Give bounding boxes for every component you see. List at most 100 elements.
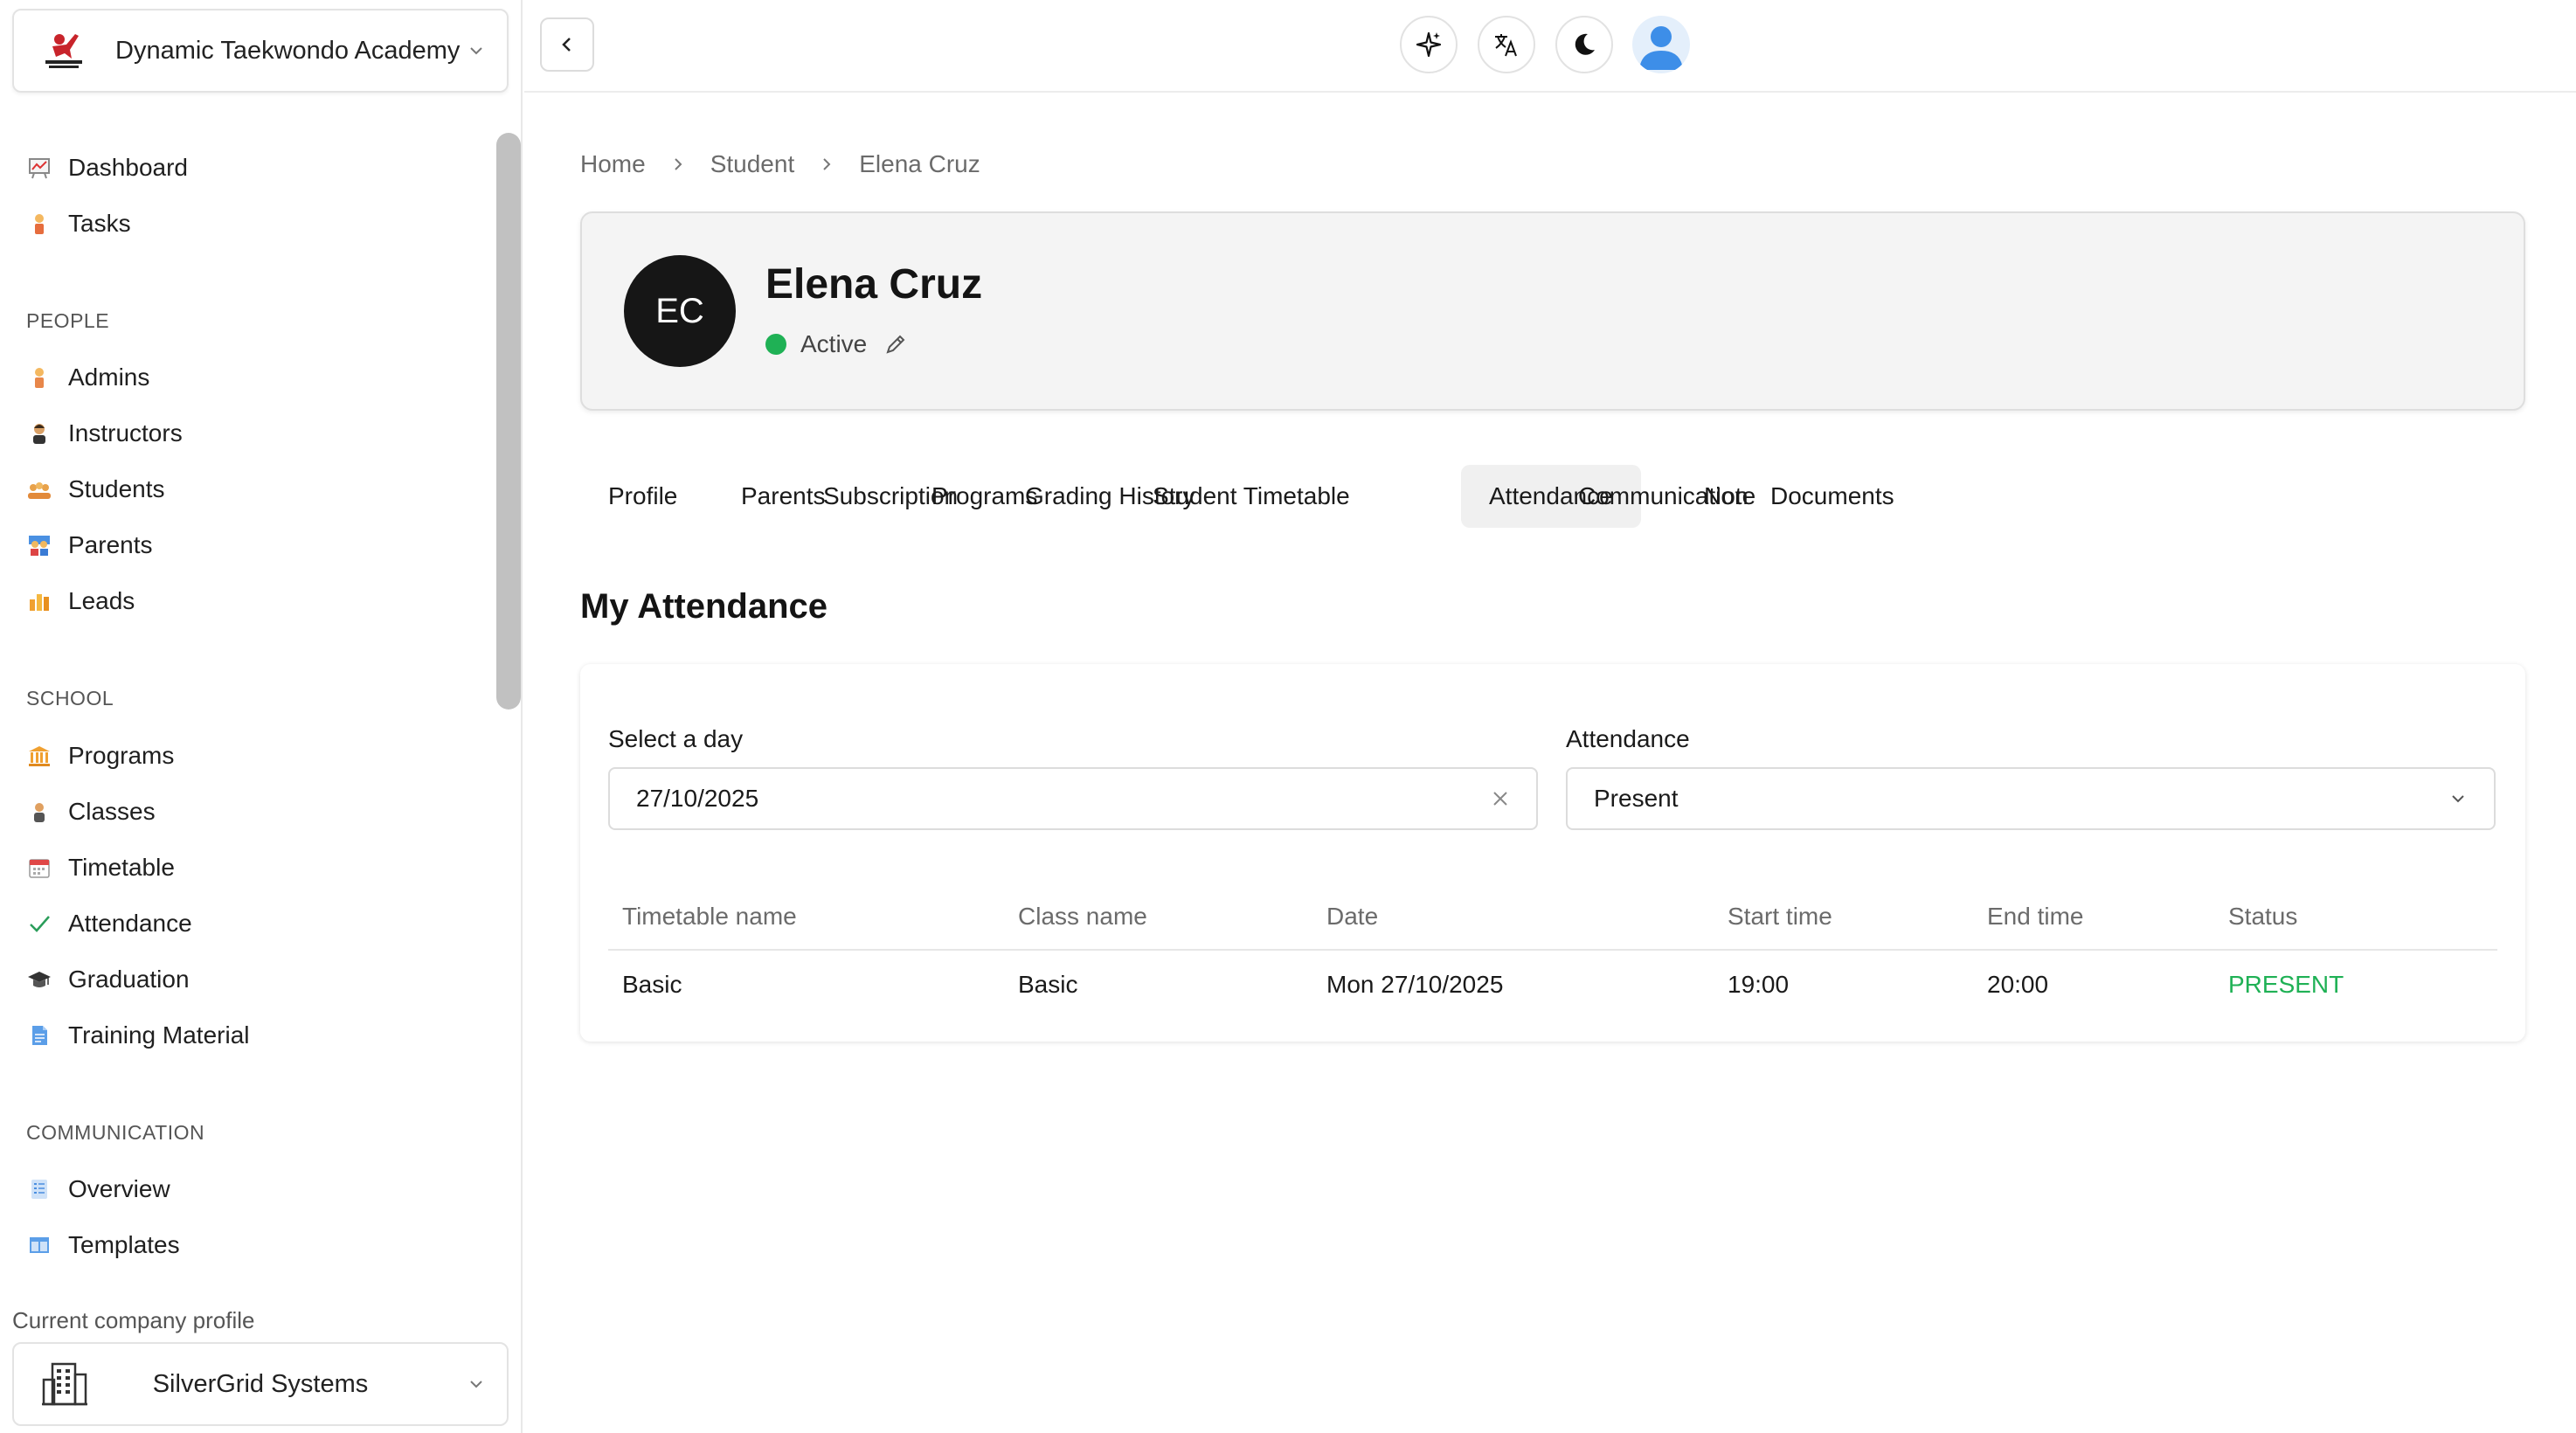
cell-start-time: 19:00 xyxy=(1728,971,1790,998)
dark-mode-button[interactable] xyxy=(1555,16,1613,73)
sidebar-item-label: Dashboard xyxy=(68,154,188,181)
column-header: Start time xyxy=(1728,903,1832,930)
building-columns-icon xyxy=(26,743,52,769)
company-switcher[interactable]: SilverGrid Systems xyxy=(12,1342,509,1426)
cell-class-name: Basic xyxy=(1018,971,1078,998)
table-row: Basic Basic Mon 27/10/2025 19:00 20:00 P… xyxy=(608,951,2497,1019)
list-doc-icon xyxy=(26,1176,52,1202)
status-text: Active xyxy=(800,330,868,357)
sidebar-item-label: Parents xyxy=(68,531,153,558)
pencil-icon[interactable] xyxy=(883,331,909,357)
sparkle-icon xyxy=(1416,31,1442,58)
avatar: EC xyxy=(624,255,736,367)
table-header: Timetable name Class name Date Start tim… xyxy=(608,883,2497,951)
sidebar-item-overview[interactable]: Overview xyxy=(26,1172,170,1207)
section-title: My Attendance xyxy=(580,587,828,626)
user-avatar-icon xyxy=(1639,26,1683,70)
calendar-icon xyxy=(26,855,52,881)
section-people-label: PEOPLE xyxy=(26,309,110,332)
attendance-select-value: Present xyxy=(1594,785,1679,812)
breadcrumb-current: Elena Cruz xyxy=(859,150,980,177)
attendance-table: Timetable name Class name Date Start tim… xyxy=(608,883,2497,1019)
column-header: End time xyxy=(1987,903,2084,930)
company-name: SilverGrid Systems xyxy=(152,1369,369,1398)
user-avatar-button[interactable] xyxy=(1632,16,1690,73)
clear-icon[interactable] xyxy=(1491,789,1510,808)
company-profile-label: Current company profile xyxy=(12,1307,255,1333)
sidebar-item-label: Templates xyxy=(68,1231,180,1258)
bar-chart-icon xyxy=(26,588,52,614)
instructor-person-icon xyxy=(26,420,52,447)
status-dot xyxy=(765,334,786,355)
tab-profile[interactable]: Profile xyxy=(580,465,705,528)
chart-board-icon xyxy=(26,155,52,181)
breadcrumb-student[interactable]: Student xyxy=(710,150,795,178)
sidebar-item-classes[interactable]: Classes xyxy=(26,794,156,829)
translate-button[interactable] xyxy=(1478,16,1535,73)
class-person-icon xyxy=(26,799,52,825)
breadcrumb: Home Student Elena Cruz xyxy=(580,150,980,178)
sidebar-item-programs[interactable]: Programs xyxy=(26,738,174,773)
sidebar-item-attendance[interactable]: Attendance xyxy=(26,906,192,941)
sidebar-item-label: Admins xyxy=(68,363,150,391)
breadcrumb-home[interactable]: Home xyxy=(580,150,646,178)
attendance-card: Select a day 27/10/2025 Attendance Prese… xyxy=(580,664,2525,1042)
sidebar-item-parents-row[interactable]: Parents xyxy=(26,528,153,563)
students-group-icon xyxy=(26,476,52,502)
translate-icon xyxy=(1495,34,1517,57)
admin-person-icon xyxy=(26,364,52,391)
tab-documents[interactable]: Documents xyxy=(1742,465,1922,528)
column-header: Class name xyxy=(1018,903,1147,930)
sidebar-item-label: Leads xyxy=(68,587,135,614)
date-picker-input[interactable]: 27/10/2025 xyxy=(608,767,1538,830)
cell-end-time: 20:00 xyxy=(1987,971,2049,998)
attendance-filter-label: Attendance xyxy=(1566,725,1690,752)
attendance-select[interactable]: Present xyxy=(1566,767,2496,830)
person-task-icon xyxy=(26,211,52,237)
sidebar-item-tasks-row[interactable]: Tasks xyxy=(26,206,131,241)
sidebar-item-admins-row[interactable]: Admins xyxy=(26,360,149,395)
collapse-sidebar-button[interactable] xyxy=(540,17,594,72)
parents-icon xyxy=(26,532,52,558)
sidebar-item-instructors-row[interactable]: Instructors xyxy=(26,416,183,451)
taekwondo-logo-icon xyxy=(40,27,87,74)
cell-date: Mon 27/10/2025 xyxy=(1326,971,1504,998)
sidebar-item-dashboard-row[interactable]: Dashboard xyxy=(26,150,188,185)
date-value: 27/10/2025 xyxy=(636,785,759,812)
cell-status: PRESENT xyxy=(2228,971,2344,998)
sidebar: Dynamic Taekwondo Academy Dashboard Task… xyxy=(0,0,523,1433)
sidebar-item-label: Graduation xyxy=(68,966,190,993)
sidebar-item-label: Attendance xyxy=(68,910,192,937)
sidebar-item-label: Tasks xyxy=(68,210,131,237)
sidebar-item-label: Classes xyxy=(68,798,156,825)
org-name: Dynamic Taekwondo Academy xyxy=(115,36,460,65)
sidebar-item-leads-row[interactable]: Leads xyxy=(26,584,135,619)
checkmark-icon xyxy=(26,910,52,937)
sidebar-item-label: Instructors xyxy=(68,419,183,447)
sidebar-item-label: Training Material xyxy=(68,1021,250,1049)
chevron-down-icon xyxy=(2452,795,2464,803)
chevron-down-icon xyxy=(470,47,482,55)
section-communication-label: COMMUNICATION xyxy=(26,1121,205,1144)
tab-student-timetable[interactable]: Student Timetable xyxy=(1125,465,1378,528)
sidebar-item-graduation[interactable]: Graduation xyxy=(26,962,190,997)
profile-card: EC Elena Cruz Active xyxy=(580,211,2525,411)
sidebar-item-timetable[interactable]: Timetable xyxy=(26,850,175,885)
sidebar-item-label: Timetable xyxy=(68,854,175,881)
org-switcher[interactable]: Dynamic Taekwondo Academy xyxy=(12,9,509,93)
sidebar-item-label: Programs xyxy=(68,742,175,769)
ai-sparkle-button[interactable] xyxy=(1400,16,1458,73)
sidebar-item-templates[interactable]: Templates xyxy=(26,1228,180,1263)
column-header: Date xyxy=(1326,903,1379,930)
sidebar-scrollbar[interactable] xyxy=(496,133,521,710)
chevron-right-icon xyxy=(821,157,833,171)
main-content: Home Student Elena Cruz EC Elena Cruz Ac… xyxy=(524,94,2576,1433)
cell-timetable-name: Basic xyxy=(622,971,682,998)
sidebar-item-students-row[interactable]: Students xyxy=(26,472,165,507)
select-day-label: Select a day xyxy=(608,725,744,752)
chevron-left-icon xyxy=(562,38,571,52)
topbar xyxy=(524,0,2576,93)
sidebar-item-training-material[interactable]: Training Material xyxy=(26,1018,249,1053)
column-header: Status xyxy=(2228,903,2298,930)
status-badge: Active xyxy=(765,330,909,358)
